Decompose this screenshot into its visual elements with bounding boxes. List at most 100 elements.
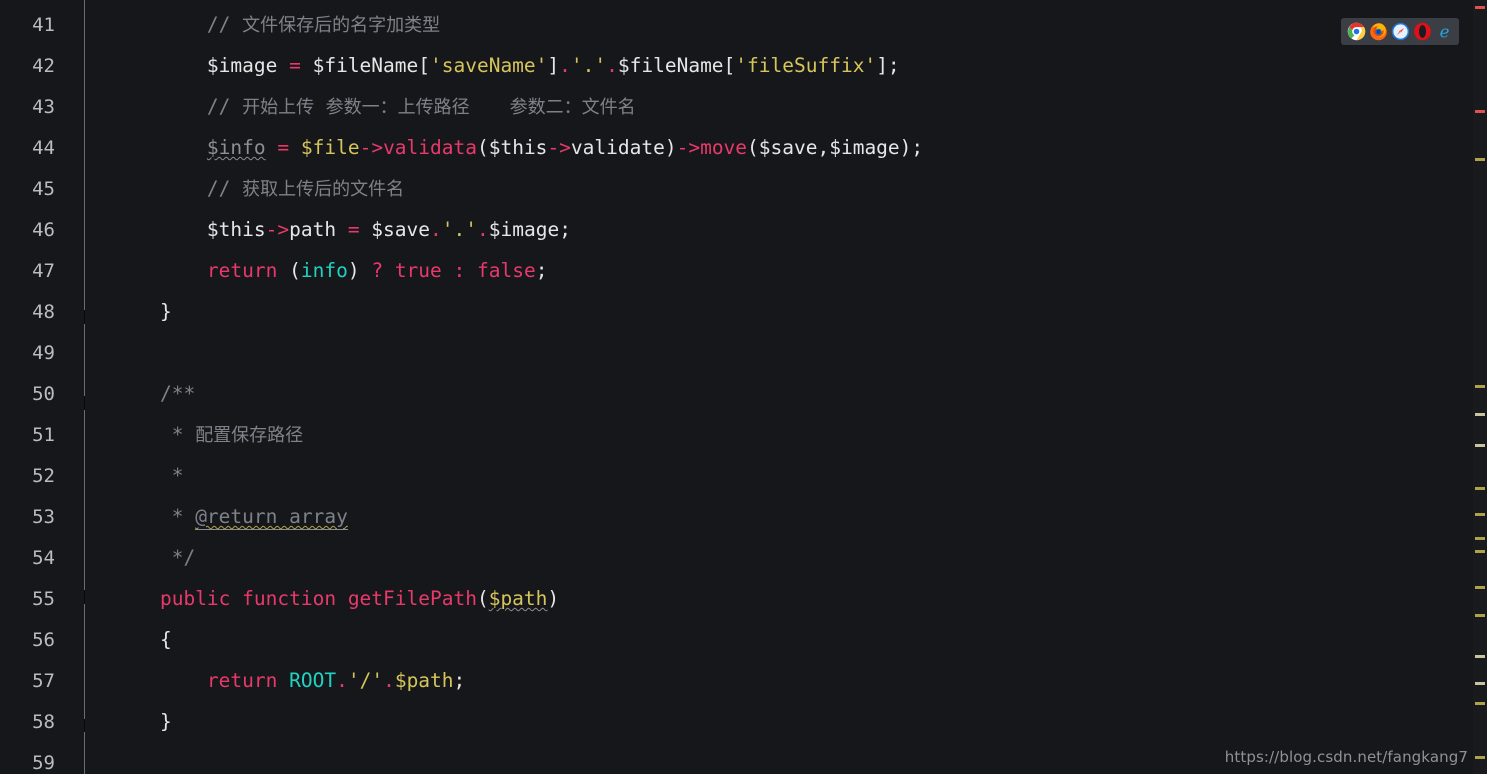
code-token: : [453,259,466,282]
code-token: . [606,54,618,77]
code-token: -> [676,136,701,159]
code-token: ? [371,259,384,282]
error-stripe-mark[interactable] [1475,6,1485,9]
code-line[interactable]: // 文件保存后的名字加类型 [113,15,440,36]
code-line[interactable]: return (info) ? true : false; [113,259,548,282]
browser-launcher-bar[interactable]: e [1341,18,1459,45]
code-token: = [289,54,301,77]
error-stripe-mark[interactable] [1475,513,1485,516]
code-token: '/' [347,669,384,692]
code-token: true [394,259,442,282]
chrome-icon[interactable] [1347,22,1366,41]
fold-guide-line [84,410,85,590]
code-editor[interactable]: 41 42 43 44 45 46 47 48 49 50 51 52 53 54 55 56 57 58 59 /… [0,0,1487,774]
code-line[interactable]: // 获取上传后的文件名 [113,179,404,200]
error-stripe-mark[interactable] [1475,655,1485,658]
code-line[interactable]: } [113,302,172,322]
code-line[interactable]: return ROOT.'/'.$path; [113,671,465,691]
error-stripe-mark[interactable] [1475,537,1485,540]
code-line[interactable]: * [113,464,184,487]
error-stripe-mark[interactable] [1475,444,1485,447]
error-stripe-mark[interactable] [1475,682,1485,685]
error-stripe-mark[interactable] [1475,413,1485,416]
code-token: ($this [476,136,548,159]
code-text-area[interactable]: // 文件保存后的名字加类型 $image = $fileName['saveN… [85,0,1487,774]
error-stripe-mark[interactable] [1475,550,1485,553]
code-token: * [113,505,196,528]
code-token: /** [159,382,196,405]
line-number: 59 [32,752,55,774]
code-token: info [300,259,348,282]
code-line[interactable]: $info = $file->validata($this->validate)… [113,138,923,158]
code-token: { [113,628,172,651]
error-stripe-scrollbar[interactable] [1473,0,1487,774]
code-token: . [336,669,348,692]
fold-guide-line [84,0,85,310]
code-token: * [113,464,184,487]
code-folding-gutter[interactable] [65,0,158,774]
code-token: '.' [441,218,477,241]
code-token: '.' [570,54,607,77]
code-token: return [206,669,278,692]
error-stripe-mark[interactable] [1475,702,1485,705]
error-stripe-mark[interactable] [1475,614,1485,617]
code-token: $this [206,218,266,241]
line-number: 55 [32,588,55,610]
code-token: 'fileSuffix' [735,54,877,77]
code-line[interactable]: // 开始上传 参数一：上传路径 参数二：文件名 [113,97,636,118]
line-number: 43 [32,96,55,118]
code-token: ; [453,669,466,692]
code-token: = [347,218,360,241]
line-number: 51 [32,424,55,446]
code-token: return [206,259,278,282]
code-line[interactable]: * @return array [113,505,348,530]
line-number: 56 [32,629,55,651]
code-token: $info [206,136,266,159]
code-line[interactable]: */ [113,546,196,569]
code-token: ( [476,587,489,610]
code-line[interactable]: $this->path = $save.'.'.$image; [113,220,571,240]
code-token: */ [113,546,196,569]
code-line[interactable]: /** [113,384,195,404]
code-token: 配置保存路径 [195,425,304,446]
error-stripe-mark[interactable] [1475,487,1485,490]
code-token: $path [394,669,454,692]
error-stripe-mark[interactable] [1475,586,1485,589]
line-number-gutter: 41 42 43 44 45 46 47 48 49 50 51 52 53 54 55 56 57 58 59 [0,0,65,774]
line-number: 47 [32,260,55,282]
code-line[interactable]: public function getFilePath($path) [113,589,559,609]
code-token: ROOT [289,669,337,692]
code-token: $image; [488,218,571,241]
code-line[interactable]: $image = $fileName['saveName'].'.'.$file… [113,56,900,76]
firefox-icon[interactable] [1369,22,1388,41]
svg-text:e: e [1439,22,1449,41]
error-stripe-mark[interactable] [1475,110,1485,113]
edge-ie-icon[interactable]: e [1435,22,1454,41]
code-token: // [206,95,243,118]
line-number: 46 [32,219,55,241]
code-token: $fileName[ [300,54,430,77]
line-number: 42 [32,55,55,77]
code-line[interactable]: { [113,630,172,650]
error-stripe-mark[interactable] [1475,158,1485,161]
fold-guide-line [84,732,85,774]
safari-icon[interactable] [1391,22,1410,41]
code-token: 'saveName' [430,54,548,77]
code-line[interactable]: } [113,712,172,732]
error-stripe-mark[interactable] [1475,756,1485,759]
code-line[interactable]: * 配置保存路径 [113,423,304,446]
error-stripe-mark[interactable] [1475,385,1485,388]
code-token: ) [347,259,372,282]
opera-icon[interactable] [1413,22,1432,41]
code-token: 开始上传 参数一：上传路径 参数二：文件名 [242,97,636,118]
code-token: getFilePath [347,587,477,610]
code-token: ) [547,587,560,610]
code-token: * [113,423,196,446]
